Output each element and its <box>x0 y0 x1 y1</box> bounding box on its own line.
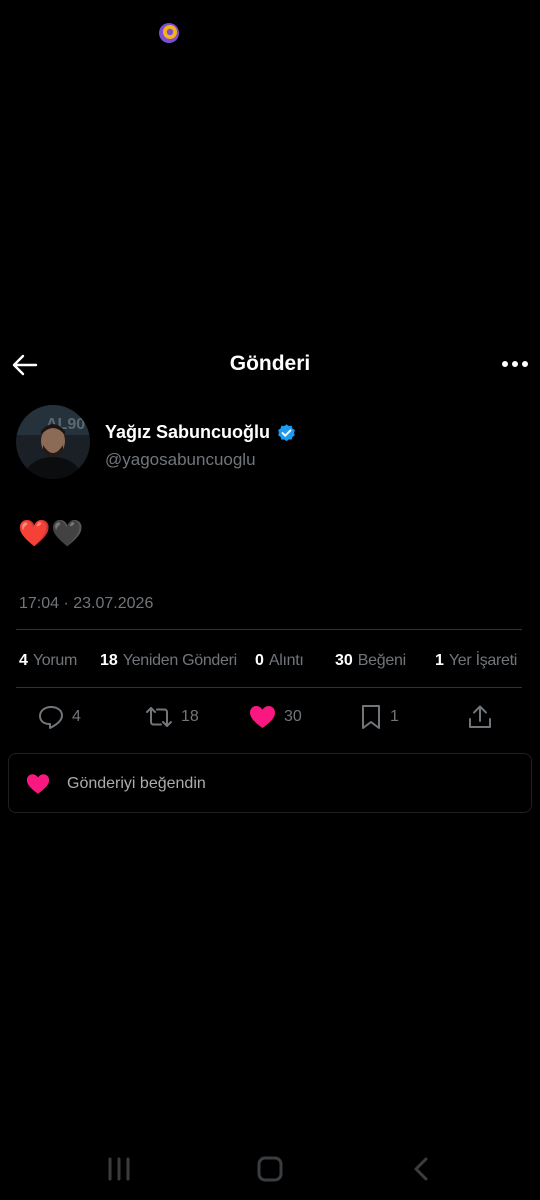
retweet-icon <box>146 707 172 727</box>
more-horizontal-icon <box>502 361 528 367</box>
stat-replies[interactable]: 4 Yorum <box>19 652 77 670</box>
app-badge-icon <box>158 22 180 44</box>
stat-label: Yorum <box>32 652 78 669</box>
reply-count: 4 <box>72 708 81 725</box>
recents-icon <box>108 1157 130 1181</box>
author-handle[interactable]: @yagosabuncuoglu <box>105 450 256 470</box>
author-name[interactable]: Yağız Sabuncuoğlu <box>105 422 270 443</box>
avatar[interactable]: AL90 <box>16 405 90 479</box>
reply-icon <box>39 706 63 729</box>
heart-filled-icon <box>26 773 50 795</box>
stat-label: Beğeni <box>357 652 406 669</box>
home-button[interactable] <box>256 1155 284 1188</box>
divider <box>16 629 522 630</box>
stat-count: 0 <box>255 652 264 669</box>
stat-bookmarks[interactable]: 1 Yer İşareti <box>435 652 517 670</box>
bookmark-button[interactable]: 1 <box>360 703 399 731</box>
like-button[interactable]: 30 <box>249 703 302 731</box>
stat-label: Alıntı <box>268 652 304 669</box>
share-icon <box>469 705 491 728</box>
back-chevron-icon <box>414 1157 428 1181</box>
liked-notice-text: Gönderiyi beğendin <box>67 775 206 792</box>
more-options-button[interactable] <box>500 352 530 376</box>
bookmark-count: 1 <box>390 708 399 725</box>
bookmark-icon <box>362 705 380 729</box>
tweet-timestamp[interactable]: 17:04 · 23.07.2026 <box>19 595 153 613</box>
tweet-text: ❤️🖤 <box>18 518 85 548</box>
stat-count: 18 <box>100 652 118 669</box>
stat-quotes[interactable]: 0 Alıntı <box>255 652 304 670</box>
stat-count: 30 <box>335 652 353 669</box>
recents-button[interactable] <box>106 1155 132 1188</box>
stat-count: 1 <box>435 652 444 669</box>
stats-row: 4 Yorum 18 Yeniden Gönderi 0 Alıntı 30 Beğen… <box>19 652 524 674</box>
heart-filled-icon <box>250 706 275 728</box>
stat-reposts[interactable]: 18 Yeniden Gönderi <box>100 652 237 670</box>
verified-badge-icon <box>276 423 297 444</box>
retweet-button[interactable]: 18 <box>145 703 199 731</box>
stat-label: Yeniden Gönderi <box>122 652 237 669</box>
stat-likes[interactable]: 30 Beğeni <box>335 652 406 670</box>
page-title: Gönderi <box>229 352 311 375</box>
system-back-button[interactable] <box>410 1155 434 1188</box>
retweet-count: 18 <box>181 708 199 725</box>
like-count: 30 <box>284 708 302 725</box>
stat-label: Yer İşareti <box>448 652 518 669</box>
stat-count: 4 <box>19 652 28 669</box>
reply-button[interactable]: 4 <box>38 703 81 731</box>
divider <box>16 687 522 688</box>
home-icon <box>257 1156 283 1182</box>
share-button[interactable] <box>468 703 492 731</box>
